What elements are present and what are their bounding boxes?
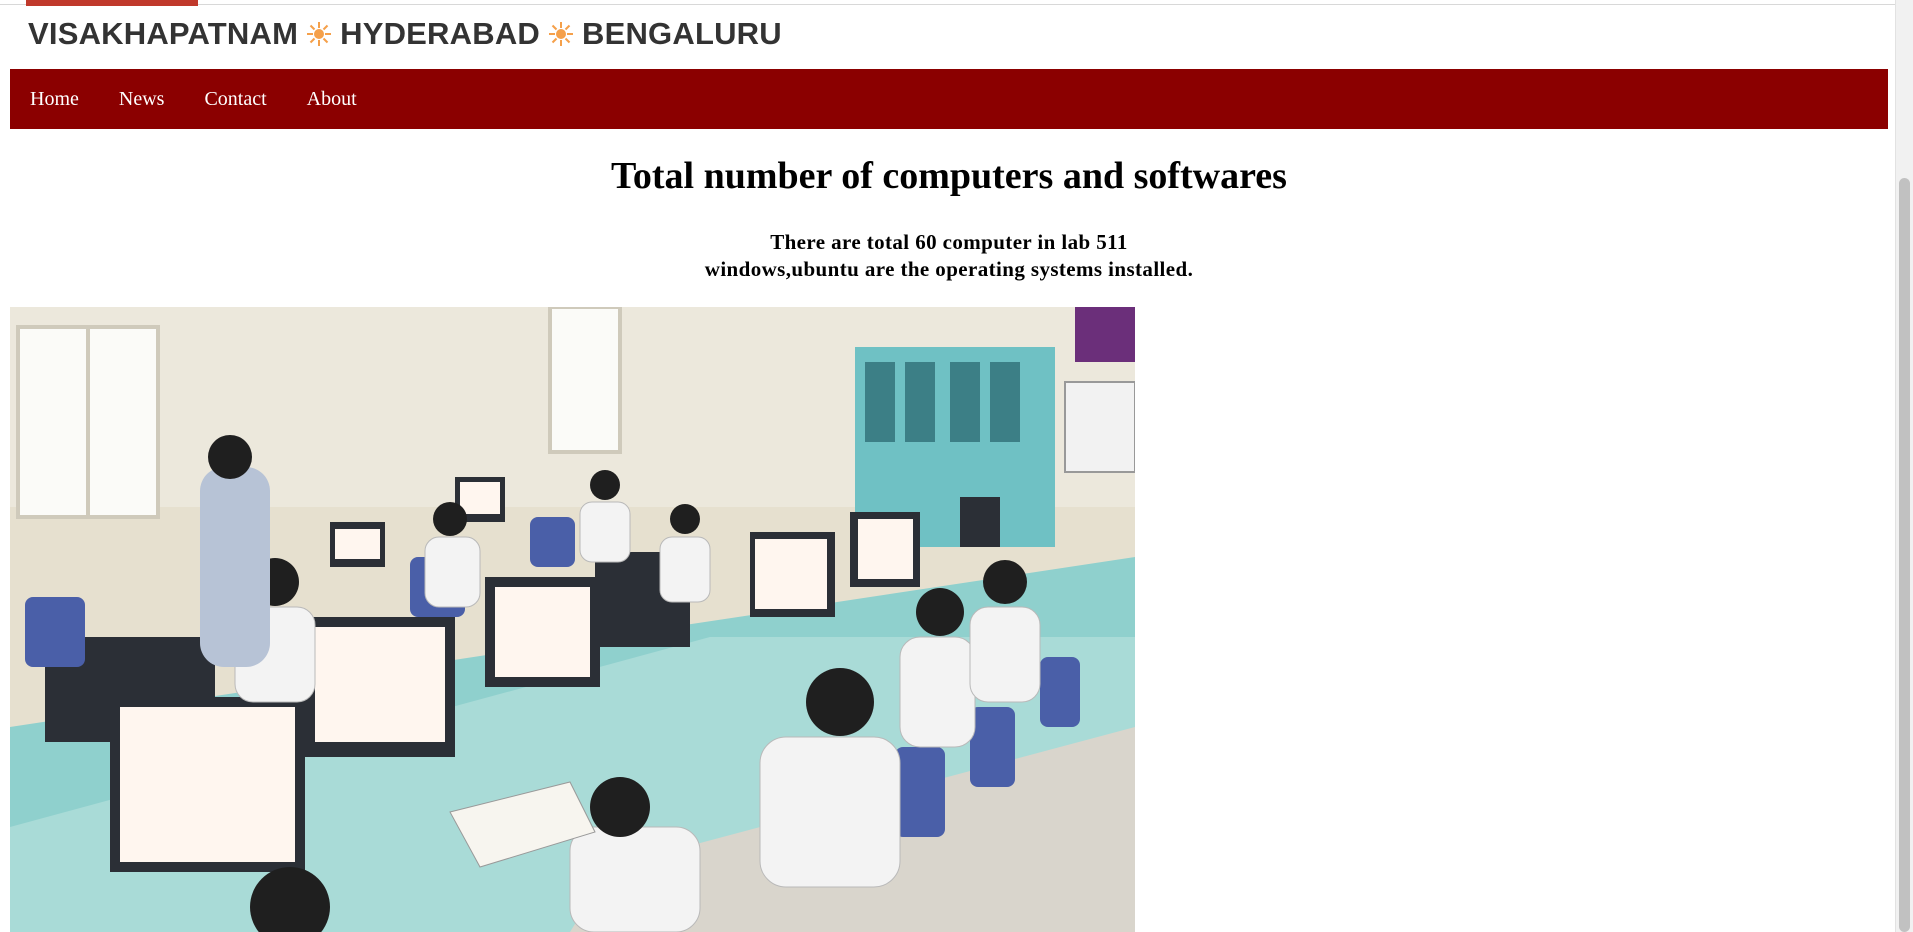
vertical-scrollbar[interactable] bbox=[1895, 0, 1913, 932]
scrollbar-thumb[interactable] bbox=[1899, 178, 1910, 932]
sun-icon bbox=[307, 22, 332, 46]
nav-news-link[interactable]: News bbox=[119, 88, 165, 111]
header-banner: VISAKHAPATNAM HYDERABAD BENGALURU bbox=[28, 12, 782, 56]
computer-lab-illustration bbox=[10, 307, 1135, 932]
banner-city-hyderabad: HYDERABAD bbox=[340, 16, 540, 51]
nav-contact-link[interactable]: Contact bbox=[204, 88, 266, 111]
nav-about-link[interactable]: About bbox=[307, 88, 357, 111]
computer-count-text: There are total 60 computer in lab 511 bbox=[770, 230, 1128, 254]
sun-icon bbox=[549, 22, 573, 46]
page-top-edge bbox=[0, 0, 1913, 5]
main-navbar: Home News Contact About bbox=[10, 69, 1888, 129]
computer-lab-photo bbox=[10, 307, 1135, 932]
nav-home-link[interactable]: Home bbox=[30, 88, 79, 111]
operating-systems-text: windows,ubuntu are the operating systems… bbox=[704, 257, 1194, 281]
page-title: Total number of computers and softwares bbox=[611, 155, 1287, 197]
banner-city-bengaluru: BENGALURU bbox=[582, 16, 782, 51]
lab-info: There are total 60 computer in lab 511 w… bbox=[0, 229, 1898, 283]
banner-city-visakhapatnam: VISAKHAPATNAM bbox=[28, 16, 299, 51]
banner-accent-bar bbox=[26, 0, 198, 6]
